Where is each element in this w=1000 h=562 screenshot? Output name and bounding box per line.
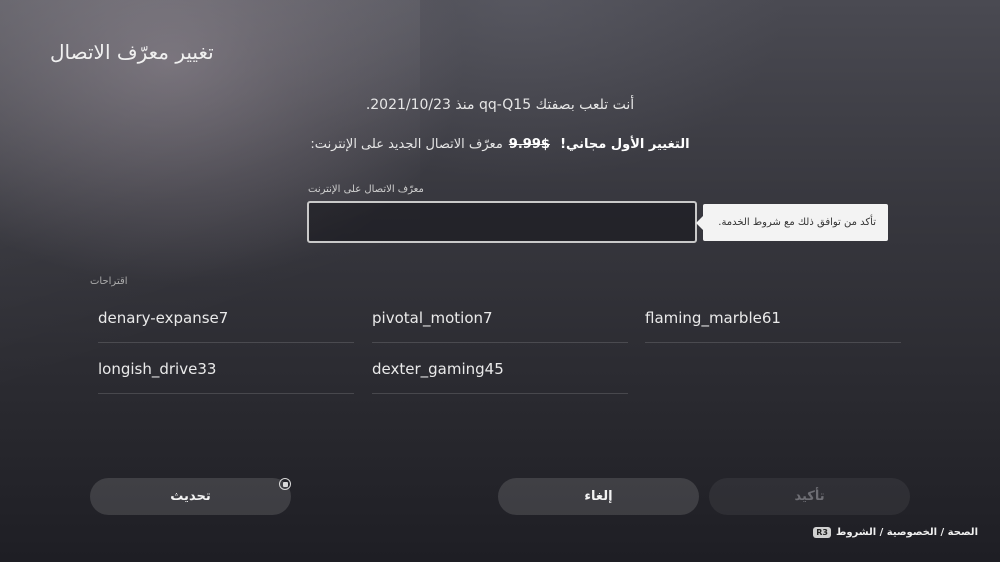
confirm-button[interactable]: تأكيد [709, 478, 910, 515]
confirm-button-label: تأكيد [794, 489, 825, 504]
id-field-label: معرّف الاتصال على الإنترنت [308, 184, 692, 195]
footer-links[interactable]: R3 الصحة / الخصوصية / الشروط [813, 527, 978, 538]
square-button-icon [279, 478, 291, 490]
id-field-label-text: معرّف الاتصال على الإنترنت [308, 184, 424, 195]
refresh-button-label: تحديث [170, 489, 211, 504]
suggestion-item[interactable]: flaming_marble61 [645, 293, 901, 343]
offer-rest-text: معرّف الاتصال الجديد على الإنترنت: [310, 137, 503, 152]
footer-text[interactable]: الصحة / الخصوصية / الشروط [836, 527, 978, 538]
page-title: تغيير معرّف الاتصال [50, 40, 214, 64]
offer-free-text: التغيير الأول مجاني! [560, 137, 690, 152]
online-id-input[interactable] [307, 201, 697, 243]
refresh-button[interactable]: تحديث [90, 478, 291, 515]
cancel-button-label: إلغاء [584, 489, 613, 504]
current-id-info: أنت تلعب بصفتك qq-Q15 منذ 2021/10/23. [365, 97, 635, 113]
offer-old-price: $9.99 [508, 137, 550, 152]
suggestion-item[interactable]: longish_drive33 [98, 344, 354, 394]
r3-button-icon: R3 [813, 527, 831, 538]
suggestion-item[interactable]: dexter_gaming45 [372, 344, 628, 394]
suggestion-item[interactable]: pivotal_motion7 [372, 293, 628, 343]
terms-tooltip: تأكد من توافق ذلك مع شروط الخدمة. [696, 204, 888, 241]
suggestions-header: اقتراحات [90, 276, 128, 287]
cancel-button[interactable]: إلغاء [498, 478, 699, 515]
offer-line: التغيير الأول مجاني! $9.99 معرّف الاتصال … [0, 137, 1000, 152]
suggestion-item[interactable]: denary-expanse7 [98, 293, 354, 343]
